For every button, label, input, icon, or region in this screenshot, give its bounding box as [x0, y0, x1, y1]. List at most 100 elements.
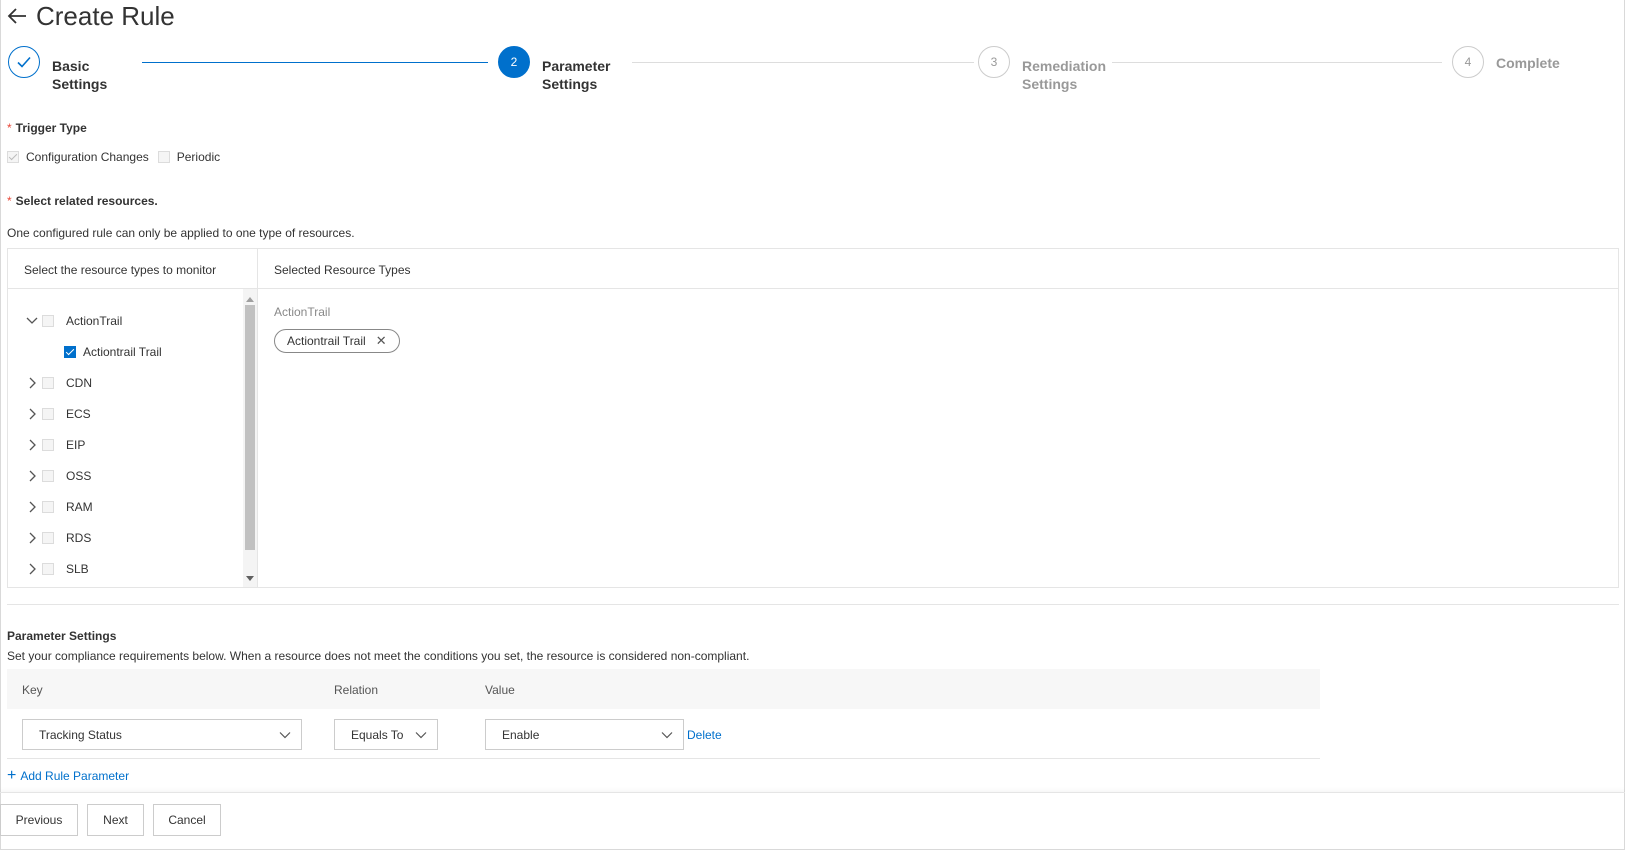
tree-node-label: SLB — [66, 562, 89, 576]
parameter-settings-description: Set your compliance requirements below. … — [7, 649, 750, 663]
cancel-button[interactable]: Cancel — [153, 804, 221, 836]
column-value: Value — [485, 683, 515, 697]
value-select[interactable]: Enable — [485, 719, 684, 750]
tree-checkbox-checked[interactable] — [64, 346, 76, 358]
selected-types-header: Selected Resource Types — [258, 249, 1618, 289]
tree-node-actiontrail[interactable]: ActionTrail — [24, 311, 122, 331]
scroll-down-icon[interactable] — [246, 576, 254, 581]
tree-node-cdn[interactable]: CDN — [24, 373, 92, 393]
required-mark: * — [7, 121, 12, 135]
tree-node-label: ECS — [66, 407, 91, 421]
scroll-up-icon[interactable] — [246, 297, 254, 302]
key-select-value: Tracking Status — [39, 727, 122, 742]
tree-node-rds[interactable]: RDS — [24, 528, 91, 548]
tree-node-label: ActionTrail — [66, 314, 123, 328]
column-relation: Relation — [334, 683, 379, 697]
periodic-label: Periodic — [176, 150, 221, 164]
selected-resource-tag: Actiontrail Trail ✕ — [274, 329, 400, 353]
tree-node-actiontrail-trail[interactable]: Actiontrail Trail — [64, 342, 162, 362]
tree-node-ram[interactable]: RAM — [24, 497, 93, 517]
selected-types-panel: ActionTrail Actiontrail Trail ✕ — [258, 289, 1618, 587]
footer-bar: Previous Next Cancel — [0, 792, 1625, 850]
periodic-checkbox[interactable] — [157, 151, 170, 163]
tree-checkbox[interactable] — [42, 377, 54, 389]
stepper: Basic Settings 2 Parameter Settings 3 Re… — [8, 46, 1618, 96]
tree-node-oss[interactable]: OSS — [24, 466, 91, 486]
step-remediation-settings: 3 Remediation Settings — [978, 46, 1106, 93]
tree-checkbox[interactable] — [42, 408, 54, 420]
parameter-table: Key Relation Value Tracking Status Equal… — [7, 669, 1320, 759]
chevron-down-icon — [279, 732, 291, 739]
related-resources-label: * Select related resources. — [7, 194, 158, 208]
step-label-line: Settings — [52, 76, 108, 92]
step-connector — [632, 62, 974, 63]
tree-node-label: EIP — [66, 438, 86, 452]
page-title: Create Rule — [36, 0, 175, 31]
step-complete: 4 Complete — [1452, 46, 1576, 78]
chevron-right-icon[interactable] — [24, 375, 40, 391]
tree-checkbox[interactable] — [42, 563, 54, 575]
key-select[interactable]: Tracking Status — [22, 719, 302, 750]
parameter-settings-title: Parameter Settings — [7, 629, 117, 643]
tag-label: Actiontrail Trail — [287, 334, 366, 348]
tree-checkbox[interactable] — [42, 501, 54, 513]
chevron-right-icon[interactable] — [24, 530, 40, 546]
step-connector — [142, 62, 488, 63]
scroll-thumb[interactable] — [245, 305, 255, 550]
related-resources-text: Select related resources. — [15, 194, 158, 208]
step-parameter-settings: 2 Parameter Settings — [498, 46, 622, 93]
step-label: Basic Settings — [52, 46, 132, 93]
tree-node-label: RDS — [66, 531, 92, 545]
tree-node-eip[interactable]: EIP — [24, 435, 85, 455]
configuration-changes-checkbox[interactable] — [7, 151, 19, 163]
chevron-right-icon[interactable] — [24, 437, 40, 453]
step-label: Complete — [1496, 46, 1576, 72]
delete-parameter-link[interactable]: Delete — [687, 728, 722, 742]
value-select-value: Enable — [502, 727, 540, 742]
tree-checkbox[interactable] — [42, 439, 54, 451]
close-icon[interactable]: ✕ — [376, 333, 387, 349]
trigger-type-label: * Trigger Type — [7, 121, 87, 135]
step-label: Remediation Settings — [1022, 46, 1106, 93]
page-header: Create Rule — [6, 0, 175, 32]
tree-scrollbar[interactable] — [243, 289, 257, 587]
relation-select-value: Equals To — [351, 727, 404, 742]
trigger-type-options: Configuration Changes Periodic — [7, 150, 220, 164]
step-label-line: Complete — [1496, 55, 1560, 71]
chevron-right-icon[interactable] — [24, 406, 40, 422]
column-key: Key — [22, 683, 43, 697]
tree-checkbox[interactable] — [42, 532, 54, 544]
required-mark: * — [7, 194, 12, 208]
check-icon — [17, 56, 31, 68]
resource-types-header: Select the resource types to monitor — [8, 249, 258, 289]
step-done-circle — [8, 46, 40, 78]
step-number: 4 — [1452, 46, 1484, 78]
resource-transfer: Select the resource types to monitor Sel… — [7, 248, 1619, 588]
chevron-right-icon[interactable] — [24, 499, 40, 515]
step-number: 3 — [978, 46, 1010, 78]
chevron-down-icon[interactable] — [24, 313, 40, 329]
parameter-row: Tracking Status Equals To Enable Delete — [7, 709, 1320, 759]
tree-node-label: OSS — [66, 469, 92, 483]
step-label-line: Settings — [1022, 76, 1078, 92]
configuration-changes-label: Configuration Changes — [26, 150, 149, 164]
tree-node-ecs[interactable]: ECS — [24, 404, 91, 424]
tree-checkbox[interactable] — [42, 470, 54, 482]
tree-node-label: Actiontrail Trail — [83, 345, 162, 359]
plus-icon: + — [7, 767, 17, 784]
trigger-type-text: Trigger Type — [15, 121, 87, 135]
selected-group-name: ActionTrail — [274, 305, 331, 319]
next-button[interactable]: Next — [87, 804, 144, 836]
resources-hint: One configured rule can only be applied … — [7, 226, 355, 240]
add-rule-parameter-button[interactable]: + Add Rule Parameter — [7, 767, 129, 784]
tree-checkbox[interactable] — [42, 315, 54, 327]
back-arrow-icon[interactable] — [6, 5, 28, 27]
chevron-right-icon[interactable] — [24, 561, 40, 577]
step-label: Parameter Settings — [542, 46, 622, 93]
relation-select[interactable]: Equals To — [334, 719, 438, 750]
step-label-line: Basic — [52, 58, 90, 74]
tree-node-label: RAM — [66, 500, 93, 514]
previous-button[interactable]: Previous — [0, 804, 78, 836]
tree-node-slb[interactable]: SLB — [24, 559, 89, 579]
chevron-right-icon[interactable] — [24, 468, 40, 484]
